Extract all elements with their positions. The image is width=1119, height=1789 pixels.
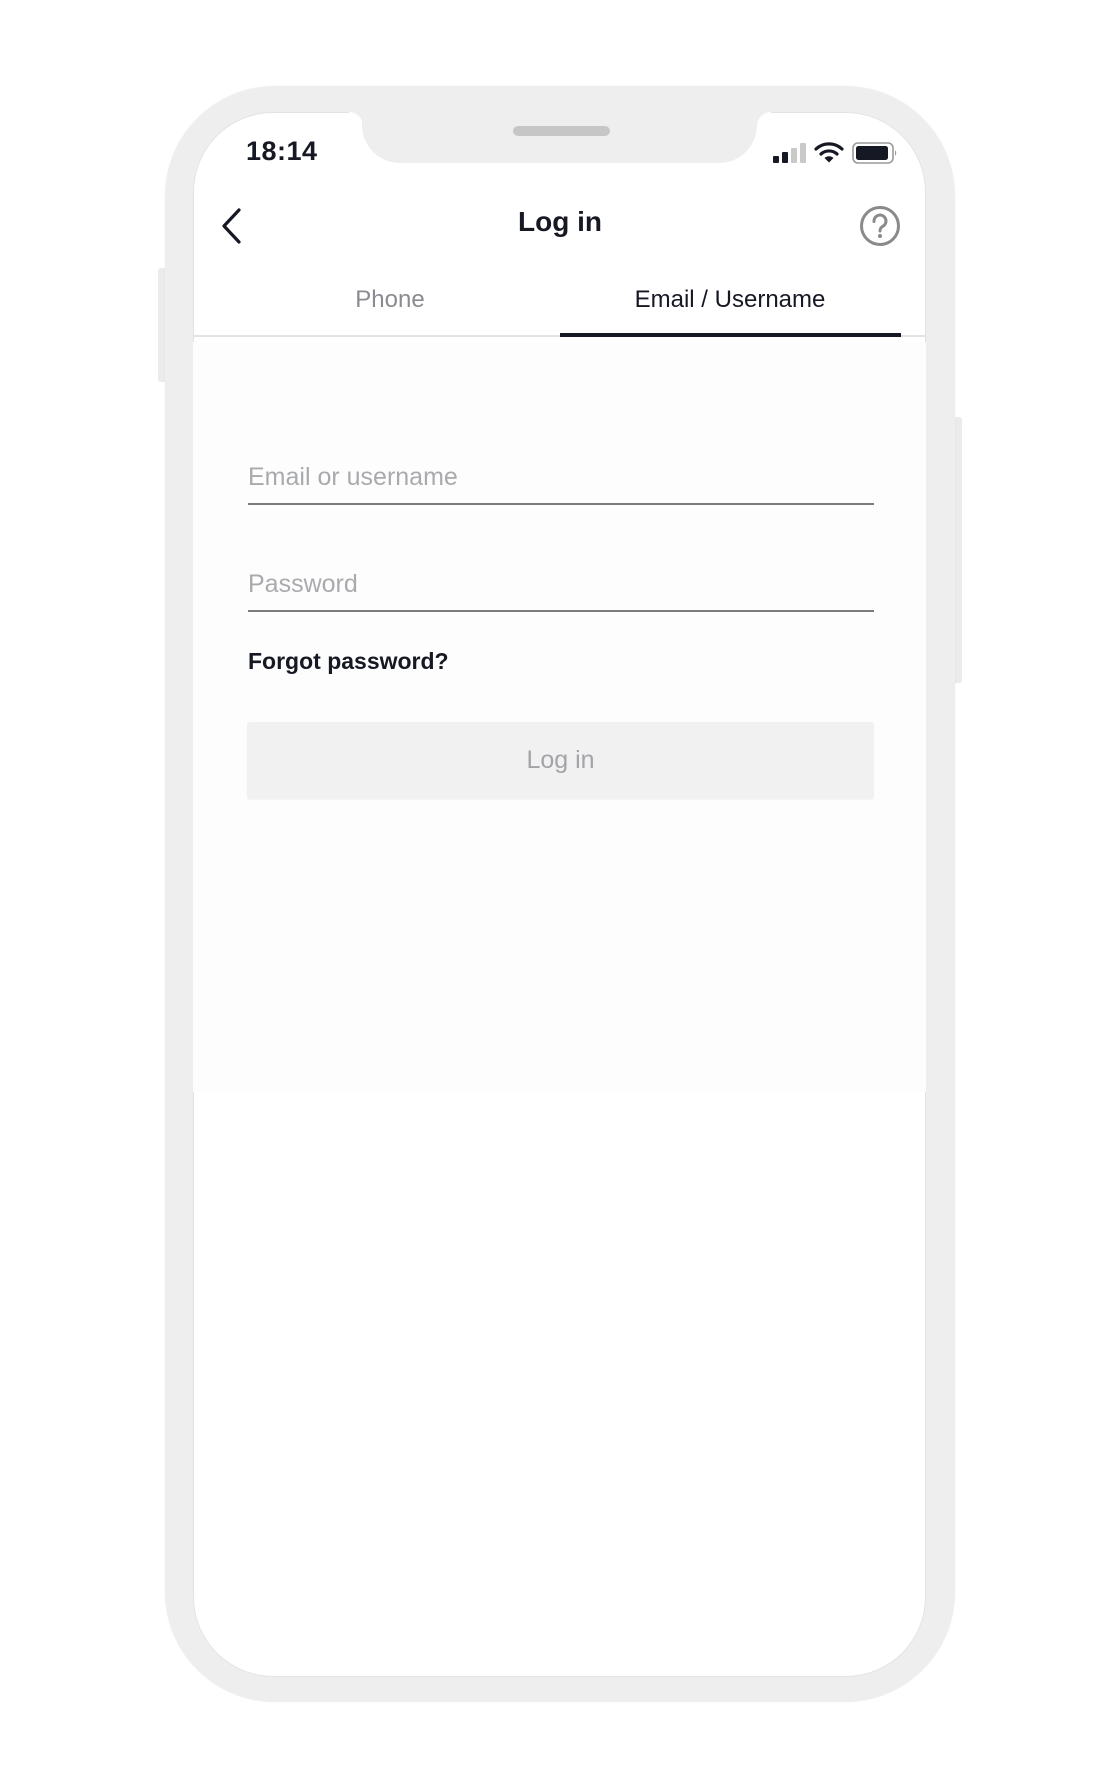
tab-phone[interactable]: Phone <box>225 286 555 336</box>
battery-icon <box>852 142 898 169</box>
phone-screen <box>193 112 926 1677</box>
back-button[interactable] <box>212 204 252 248</box>
active-tab-indicator <box>560 333 901 337</box>
help-button[interactable] <box>858 205 902 249</box>
question-circle-icon <box>860 206 900 246</box>
password-input[interactable] <box>248 558 874 612</box>
login-button[interactable]: Log in <box>247 722 874 799</box>
phone-notch <box>362 86 757 163</box>
tab-email-username[interactable]: Email / Username <box>560 286 900 336</box>
forgot-password-link[interactable]: Forgot password? <box>248 648 449 675</box>
notch-corner-right <box>757 112 771 126</box>
notch-corner-left <box>349 112 363 126</box>
email-username-input[interactable] <box>248 451 874 505</box>
speaker-grille <box>513 126 610 136</box>
page-title: Log in <box>518 206 602 237</box>
phone-power-button <box>954 417 962 683</box>
chevron-left-icon <box>222 208 241 244</box>
cellular-signal-icon <box>773 143 807 163</box>
status-time: 18:14 <box>246 136 318 166</box>
wifi-icon <box>814 141 844 168</box>
